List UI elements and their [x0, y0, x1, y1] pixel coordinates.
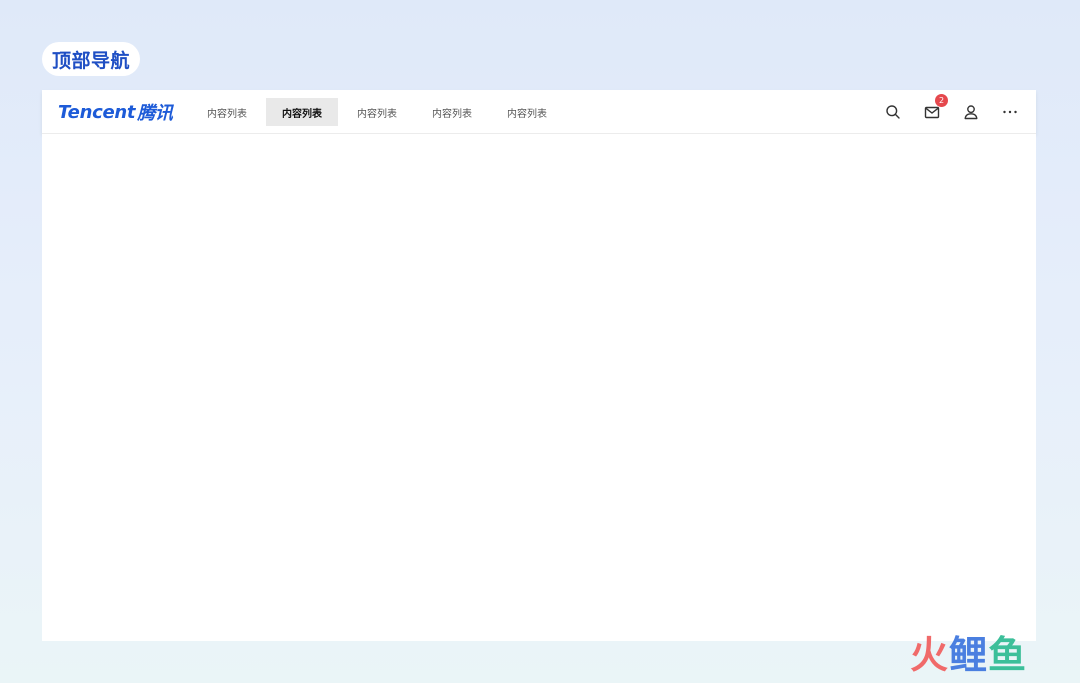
nav-tab-4[interactable]: 内容列表 — [416, 98, 488, 126]
content-area — [42, 134, 1036, 641]
nav-actions: 2 — [866, 94, 1022, 124]
watermark-char-2: 鲤 — [949, 633, 989, 677]
user-button[interactable] — [959, 100, 983, 124]
top-navigation-bar: Tencent 腾讯 内容列表 内容列表 内容列表 内容列表 内容列表 2 — [42, 90, 1036, 134]
logo-cn: 腾讯 — [137, 103, 173, 124]
tencent-logo[interactable]: Tencent 腾讯 — [58, 100, 173, 125]
more-icon — [1003, 110, 1017, 114]
more-button[interactable] — [998, 100, 1022, 124]
nav-tabs: 内容列表 内容列表 内容列表 内容列表 内容列表 — [191, 98, 566, 126]
section-label: 顶部导航 — [52, 49, 131, 72]
user-icon — [964, 105, 978, 120]
mail-button[interactable]: 2 — [920, 94, 948, 124]
nav-tab-3[interactable]: 内容列表 — [341, 98, 413, 126]
watermark-char-1: 火 — [910, 633, 950, 677]
search-icon — [886, 105, 900, 119]
nav-tab-2-active[interactable]: 内容列表 — [266, 98, 338, 126]
watermark-logo: 火 鲤 鱼 — [910, 636, 1027, 674]
search-button[interactable] — [881, 100, 905, 124]
watermark-char-3: 鱼 — [988, 633, 1028, 677]
section-label-badge: 顶部导航 — [42, 42, 141, 76]
app-window: Tencent 腾讯 内容列表 内容列表 内容列表 内容列表 内容列表 2 — [42, 90, 1036, 641]
nav-tab-5[interactable]: 内容列表 — [491, 98, 563, 126]
logo-latin: Tencent — [58, 101, 136, 123]
mail-badge: 2 — [935, 94, 948, 107]
nav-tab-1[interactable]: 内容列表 — [191, 98, 263, 126]
